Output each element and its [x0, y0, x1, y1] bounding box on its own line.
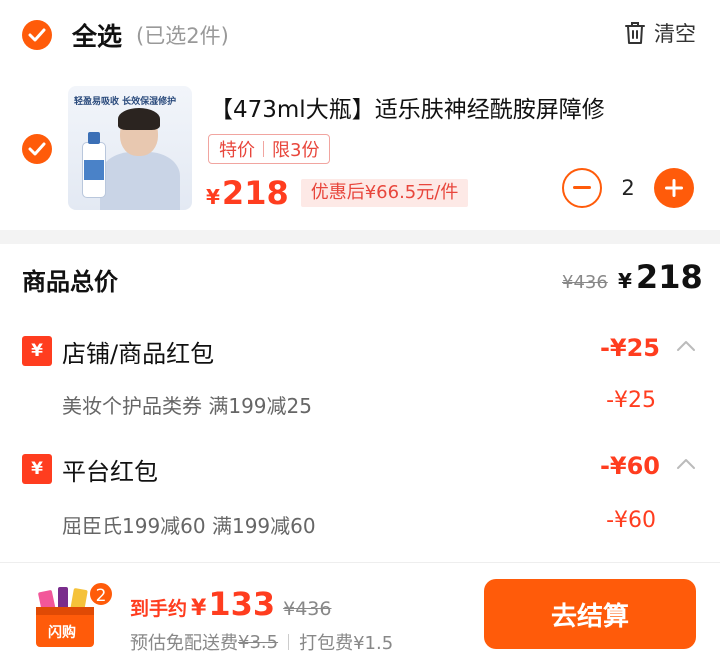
estimate-symbol: ¥: [191, 596, 207, 621]
total-row: 商品总价 ¥436 ¥ 218: [0, 244, 720, 316]
thumbnail-person-body: [100, 152, 180, 210]
thumbnail-bottle-cap: [88, 132, 100, 144]
chevron-up-icon[interactable]: [676, 340, 696, 352]
coupon-amount: -¥25: [599, 334, 660, 362]
total-symbol: ¥: [618, 269, 632, 293]
coupon-detail-platform: 屈臣氏199减60 满199减60 -¥60: [0, 506, 720, 542]
thumbnail-bottle-label: [84, 160, 104, 180]
checkout-button[interactable]: 去结算: [484, 579, 696, 649]
coupon-name: 平台红包: [62, 458, 158, 486]
coupon-amount: -¥60: [599, 452, 660, 480]
estimate-original: ¥436: [283, 598, 332, 620]
plus-icon: [665, 179, 683, 197]
price-value: 218: [221, 174, 289, 212]
quantity-value[interactable]: 2: [602, 176, 654, 200]
check-icon: [28, 142, 46, 156]
select-all-checkbox[interactable]: [22, 20, 52, 50]
cart-count-badge: 2: [88, 581, 114, 607]
section-divider: [0, 230, 720, 244]
coupon-store[interactable]: ¥ 店铺/商品红包 -¥25: [0, 328, 720, 372]
product-tags: 特价 限3份: [208, 134, 331, 164]
total-original-price: ¥436: [562, 272, 608, 293]
item-checkbox[interactable]: [22, 134, 52, 164]
checkout-bar: 闪购 2 到手约 ¥ 133 ¥436 预估免配送费 ¥3.5 打包费¥1.5 …: [0, 562, 720, 662]
total-value: 218: [635, 258, 703, 296]
selected-count: (已选2件): [136, 24, 229, 48]
cart-item: 轻盈易吸收 长效保湿修护 【473ml大瓶】适乐肤神经酰胺屏障修 特价 限3份 …: [0, 70, 720, 230]
product-name[interactable]: 【473ml大瓶】适乐肤神经酰胺屏障修: [210, 90, 605, 124]
shipping-label: 预估免配送费: [130, 633, 238, 654]
clear-button[interactable]: 清空: [624, 18, 696, 48]
quantity-stepper: 2: [562, 168, 694, 208]
check-icon: [28, 28, 46, 42]
coupon-name: 店铺/商品红包: [62, 340, 215, 368]
flash-buy-text: 闪购: [48, 624, 76, 641]
tag-limit: 限3份: [272, 140, 320, 161]
increase-button[interactable]: [654, 168, 694, 208]
coupon-platform[interactable]: ¥ 平台红包 -¥60: [0, 446, 720, 490]
shipping-original: ¥3.5: [238, 631, 279, 653]
decrease-button[interactable]: [562, 168, 602, 208]
coupon-detail-text: 屈臣氏199减60 满199减60: [62, 514, 316, 538]
price-symbol: ¥: [206, 185, 220, 209]
select-all-label[interactable]: 全选: [72, 17, 122, 53]
estimate-label: 到手约: [130, 598, 188, 620]
coupon-detail-text: 美妆个护品类券 满199减25: [62, 394, 312, 418]
tag-separator: [263, 141, 264, 157]
total-label: 商品总价: [22, 268, 118, 296]
packing-fee: 打包费¥1.5: [299, 633, 394, 654]
total-final-price: ¥ 218: [618, 258, 703, 296]
trash-icon: [625, 22, 645, 44]
tag-special: 特价: [219, 140, 255, 161]
price-row: ¥ 218 优惠后¥66.5元/件: [206, 174, 469, 212]
thumbnail-person-hair: [118, 108, 160, 130]
fee-info: 预估免配送费 ¥3.5 打包费¥1.5: [130, 629, 393, 655]
red-packet-icon: ¥: [22, 454, 52, 484]
coupon-detail-amount: -¥60: [606, 508, 656, 533]
estimated-price: 到手约 ¥ 133 ¥436: [130, 585, 331, 623]
chevron-up-icon[interactable]: [676, 458, 696, 470]
coupon-detail-amount: -¥25: [606, 388, 656, 413]
clear-label: 清空: [654, 22, 696, 46]
red-packet-icon: ¥: [22, 336, 52, 366]
coupon-detail-store: 美妆个护品类券 满199减25 -¥25: [0, 386, 720, 422]
cart-header: 全选 (已选2件) 清空: [0, 0, 720, 70]
minus-icon: [573, 186, 591, 189]
thumbnail-banner-text: 轻盈易吸收 长效保湿修护: [74, 97, 177, 107]
product-price: ¥ 218: [206, 174, 289, 212]
discount-badge: 优惠后¥66.5元/件: [300, 179, 469, 207]
fee-separator: [288, 634, 290, 650]
product-thumbnail[interactable]: 轻盈易吸收 长效保湿修护: [68, 86, 192, 210]
estimate-value: 133: [208, 585, 276, 623]
